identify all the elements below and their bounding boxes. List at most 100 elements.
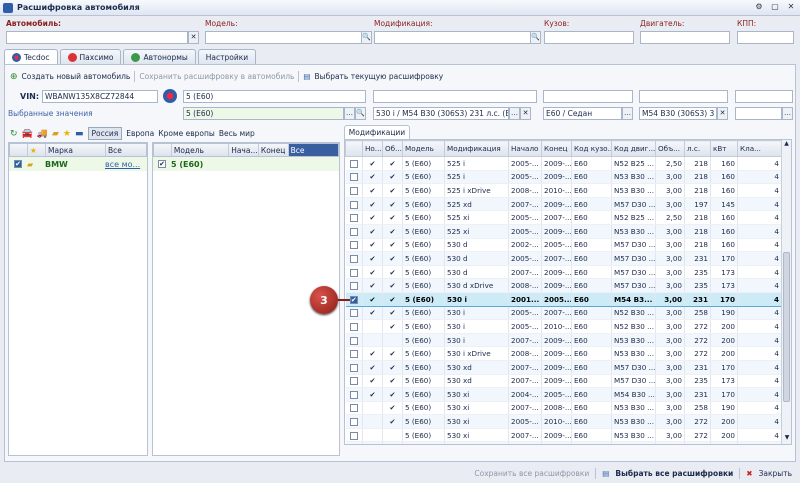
model-search-icon-2[interactable]: 🔍 bbox=[355, 107, 366, 120]
row-checkbox-cell[interactable] bbox=[345, 387, 363, 402]
table-row[interactable]: ✔ ✔ 5 (E60) 530 xi 2004-... 2005-... E60 M54 B3… bbox=[345, 387, 782, 402]
table-row[interactable]: ✔ ✔ 5 (E60) 530 xd 2007-... 2009-... E60 M57 D3… bbox=[345, 360, 782, 375]
table-row[interactable]: 5 (E60) 530 i 2007-... 2009-... E60 N53 B30 .… bbox=[345, 333, 782, 348]
tab-modifications[interactable]: Модификации bbox=[344, 125, 410, 139]
car-clear-icon[interactable]: ✕ bbox=[188, 31, 199, 44]
save-all-button[interactable]: Сохранить все расшифровки bbox=[474, 469, 589, 478]
filter-europe[interactable]: Европа bbox=[126, 129, 154, 138]
engine-field[interactable] bbox=[640, 31, 730, 44]
row-checkbox[interactable] bbox=[349, 322, 358, 331]
table-row[interactable]: ✔ 5 (E60) 530 i 2005-... 2010-... E60 N52 B30 … bbox=[345, 319, 782, 334]
tab-paxsimo[interactable]: Пахсимо bbox=[59, 49, 122, 64]
column-header[interactable]: Модификация bbox=[444, 140, 509, 157]
filter-except-europe[interactable]: Кроме европы bbox=[158, 129, 215, 138]
row-checkbox-cell[interactable] bbox=[345, 170, 363, 185]
table-row[interactable]: ✔ ✔ 5 (E60) 530 xd 2007-... 2009-... E60 M57 D3… bbox=[345, 374, 782, 389]
selected-gearbox-field[interactable] bbox=[735, 107, 782, 120]
tab-settings[interactable]: Настройки bbox=[197, 49, 257, 64]
table-row[interactable]: 5 (E60) 530 xi 2007-... 2009-... E60 N53 B30 … bbox=[345, 428, 782, 443]
selected-engine-field[interactable]: M54 B30 (306S3) 3 bbox=[639, 107, 717, 120]
row-checkbox[interactable] bbox=[349, 241, 358, 250]
row-checkbox-cell[interactable] bbox=[345, 428, 363, 443]
brand-checkbox[interactable]: ✔ bbox=[14, 160, 22, 168]
row-checkbox[interactable] bbox=[349, 254, 358, 263]
body-more-icon[interactable]: … bbox=[622, 107, 633, 120]
all-models-link[interactable]: все мо... bbox=[105, 160, 145, 169]
column-header[interactable]: Об... bbox=[382, 140, 403, 157]
settings-icon[interactable]: ⚙ bbox=[752, 1, 766, 13]
row-checkbox-cell[interactable] bbox=[345, 251, 363, 266]
tab-autonorms[interactable]: Автонормы bbox=[123, 49, 196, 64]
row-checkbox[interactable] bbox=[349, 431, 358, 440]
modification-field[interactable] bbox=[374, 31, 531, 44]
row-checkbox[interactable]: ✔ bbox=[349, 295, 358, 304]
truck-icon[interactable]: 🚚 bbox=[37, 129, 48, 139]
table-row[interactable]: ✔ ✔ 5 (E60) 525 xd 2007-... 2009-... E60 M57 D3… bbox=[345, 197, 782, 212]
gearbox-field[interactable] bbox=[737, 31, 794, 44]
scroll-thumb[interactable] bbox=[783, 252, 790, 402]
row-checkbox[interactable] bbox=[349, 227, 358, 236]
row-checkbox-cell[interactable] bbox=[345, 441, 363, 444]
column-header[interactable]: Код двиг... bbox=[611, 140, 656, 157]
row-checkbox[interactable] bbox=[349, 350, 358, 359]
select-current-button[interactable]: Выбрать текущую расшифровку bbox=[315, 72, 444, 81]
column-header[interactable]: л.с. bbox=[684, 140, 711, 157]
model-field[interactable] bbox=[205, 31, 362, 44]
minus-icon[interactable]: ▬ bbox=[75, 129, 84, 139]
row-checkbox[interactable] bbox=[349, 214, 358, 223]
row-checkbox[interactable] bbox=[349, 309, 358, 318]
column-header[interactable]: Но... bbox=[362, 140, 383, 157]
row-checkbox[interactable] bbox=[349, 336, 358, 345]
column-header[interactable] bbox=[345, 140, 363, 157]
vin-model-field[interactable]: 5 (E60) bbox=[183, 90, 366, 103]
row-checkbox[interactable] bbox=[349, 282, 358, 291]
tecdoc-decode-icon[interactable] bbox=[163, 89, 177, 103]
row-checkbox-cell[interactable] bbox=[345, 278, 363, 293]
table-row[interactable]: ✔✔5 (E60)535 d2004-...2007-...E60M57 D30… bbox=[345, 441, 782, 444]
row-checkbox-cell[interactable] bbox=[345, 333, 363, 348]
row-checkbox[interactable] bbox=[349, 200, 358, 209]
table-row[interactable]: ✔ ✔ ✔ 5 (E60) 530 i 2001... 2005... E60 M54 B3..… bbox=[345, 291, 782, 307]
car-field[interactable] bbox=[6, 31, 188, 44]
modification-search-icon[interactable]: 🔍 bbox=[530, 31, 541, 44]
all-column-header[interactable]: Все bbox=[106, 144, 146, 156]
row-checkbox-cell[interactable] bbox=[345, 210, 363, 225]
table-row[interactable]: ✔ ✔ 5 (E60) 530 i 2005-... 2007-... E60 N52 B30… bbox=[345, 306, 782, 321]
column-header[interactable]: Начало bbox=[508, 140, 542, 157]
row-checkbox-cell[interactable] bbox=[345, 374, 363, 389]
row-checkbox-cell[interactable] bbox=[345, 238, 363, 253]
row-checkbox[interactable] bbox=[349, 363, 358, 372]
all-filter-header[interactable]: Все bbox=[288, 144, 338, 156]
vin-gearbox-field[interactable] bbox=[735, 90, 793, 103]
row-checkbox-cell[interactable] bbox=[345, 346, 363, 361]
row-checkbox-cell[interactable] bbox=[345, 360, 363, 375]
filter-russia[interactable]: Россия bbox=[87, 127, 123, 140]
row-checkbox[interactable] bbox=[349, 404, 358, 413]
model-more-icon[interactable]: … bbox=[344, 107, 355, 120]
close-window-icon[interactable]: ✕ bbox=[784, 1, 798, 13]
table-row[interactable]: ✔ ✔ 5 (E60) 525 xi 2005-... 2007-... E60 N52 B2… bbox=[345, 210, 782, 225]
table-row[interactable]: ✔ ✔ 5 (E60) 530 d 2002-... 2005-... E60 M57 D30… bbox=[345, 238, 782, 253]
create-car-button[interactable]: Создать новый автомобиль bbox=[22, 72, 131, 81]
gearbox-more-icon[interactable]: … bbox=[782, 107, 793, 120]
restore-icon[interactable]: ▢ bbox=[768, 1, 782, 13]
tab-tecdoc[interactable]: Tecdoc bbox=[4, 49, 58, 65]
row-checkbox[interactable] bbox=[349, 173, 358, 182]
table-row[interactable]: ✔ ✔ 5 (E60) 525 i 2005-... 2009-... E60 N53 B30… bbox=[345, 170, 782, 185]
select-all-button[interactable]: Выбрать все расшифровки bbox=[615, 469, 733, 478]
selected-modification-field[interactable]: 530 i / M54 B30 (306S3) 231 л.с. (E60) bbox=[373, 107, 509, 120]
scroll-down-icon[interactable]: ▼ bbox=[782, 434, 791, 444]
close-button[interactable]: Закрыть bbox=[759, 469, 792, 478]
row-checkbox-cell[interactable] bbox=[345, 183, 363, 198]
row-checkbox[interactable] bbox=[349, 186, 358, 195]
table-row[interactable]: ✔ ✔ 5 (E60) 530 d 2005-... 2007-... E60 M57 D30… bbox=[345, 251, 782, 266]
table-row[interactable]: ✔ ✔ 5 (E60) 530 d 2007-... 2009-... E60 M57 D30… bbox=[345, 265, 782, 280]
column-header[interactable]: Кла... bbox=[737, 140, 782, 157]
filter-whole-world[interactable]: Весь мир bbox=[219, 129, 255, 138]
model-checkbox[interactable]: ✔ bbox=[158, 160, 166, 168]
selected-model-field[interactable]: 5 (E60) bbox=[183, 107, 344, 120]
row-checkbox[interactable] bbox=[349, 159, 358, 168]
column-header[interactable]: Модель bbox=[402, 140, 445, 157]
mod-clear-icon[interactable]: ✕ bbox=[520, 107, 531, 120]
table-row[interactable]: ✔ 5 (E60) 530 xi 2007-... 2008-... E60 N53 B30… bbox=[345, 401, 782, 416]
